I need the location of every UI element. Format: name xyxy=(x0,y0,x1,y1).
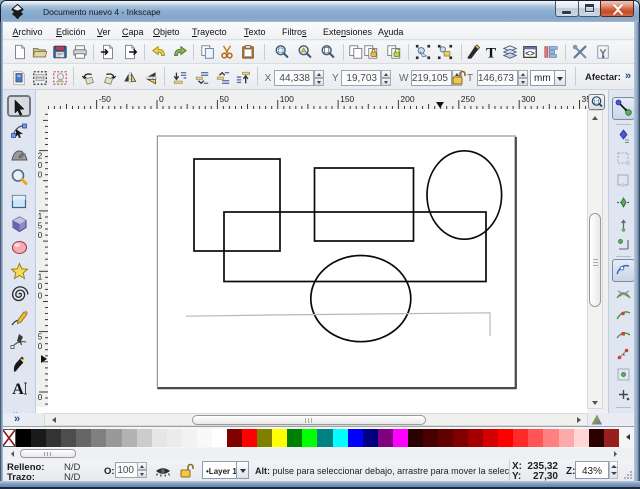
svg-text:A: A xyxy=(12,381,24,398)
svg-text:200: 200 xyxy=(38,152,43,180)
svg-text:1:1: 1:1 xyxy=(593,99,600,105)
svg-text:150: 150 xyxy=(340,94,354,104)
svg-text:T: T xyxy=(485,45,495,60)
svg-text:0: 0 xyxy=(159,94,164,104)
svg-text:50: 50 xyxy=(219,94,229,104)
svg-text:50: 50 xyxy=(38,333,43,352)
svg-text:300: 300 xyxy=(521,94,535,104)
svg-text:100: 100 xyxy=(38,272,43,300)
svg-text:0: 0 xyxy=(38,393,43,402)
svg-text:<>: <> xyxy=(525,50,535,59)
svg-text:250: 250 xyxy=(461,94,475,104)
svg-text:100: 100 xyxy=(280,94,294,104)
svg-text:150: 150 xyxy=(38,212,43,240)
svg-text:-50: -50 xyxy=(99,94,112,104)
svg-text:200: 200 xyxy=(400,94,414,104)
